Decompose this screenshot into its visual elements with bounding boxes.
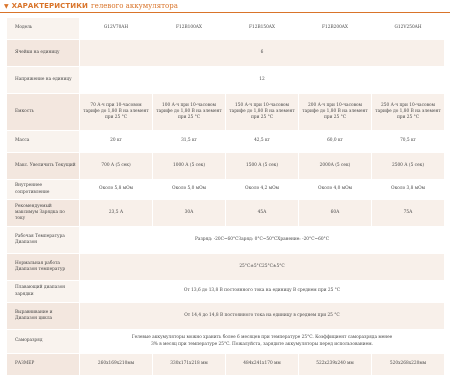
table-row: Рабочая Температура Диапазон Разряд: -20…: [6, 226, 445, 254]
row-cell: 200 А·ч при 10-часовом тарифе до 1,80 В …: [298, 93, 372, 131]
row-value: От 13,6 до 13,8 В постоянного тока на ед…: [79, 280, 445, 303]
table-row: РАЗМЕР 260x169x210мм 330x171x218 мм 484x…: [6, 353, 445, 376]
table-row: Напряжение на единицу 12: [6, 66, 445, 94]
table-row: Масса 20 кг 31,5 кг 42,5 кг 60,0 кг 70,5…: [6, 130, 445, 153]
row-cell: 484x241x170 мм: [225, 353, 299, 376]
header-cell-model: Модель: [6, 17, 80, 40]
row-cell: 1500 А (5 сек): [225, 152, 299, 180]
row-cell: 2000А (5 сек): [298, 152, 372, 180]
row-cell: 260x169x210мм: [79, 353, 153, 376]
row-value: Разряд: -20C~60°CЗаряд: 0°C~50°CХранение…: [79, 226, 445, 254]
header-cell-model-3: F12B150AX: [225, 17, 299, 40]
table-row: Емкость 70 А·ч при 10-часовом тарифе до …: [6, 93, 445, 131]
row-value: 25°C±5°C25°C±5°C: [79, 253, 445, 281]
table-row: Макс. Увеличить Текущий 700 А (5 сек) 10…: [6, 152, 445, 180]
table-row: Плавающий диапазон зарядки От 13,6 до 13…: [6, 280, 445, 303]
row-cell: Около 5,0 мОм: [152, 179, 226, 200]
row-value: Гелевые аккумуляторы можно хранить более…: [79, 329, 445, 354]
row-cell: Около 4,2 мОм: [225, 179, 299, 200]
row-label: Макс. Увеличить Текущий: [6, 152, 80, 180]
row-cell: 20 кг: [79, 130, 153, 153]
section-header: ▼ ХАРАКТЕРИСТИКИ гелевого аккумулятора: [0, 0, 450, 12]
row-cell: 60,0 кг: [298, 130, 372, 153]
row-label: Плавающий диапазон зарядки: [6, 280, 80, 303]
table-row: Внутреннее сопротивление Около 5,8 мОм О…: [6, 179, 445, 200]
section-title-rest: гелевого аккумулятора: [91, 2, 178, 10]
row-cell: 520x268x220мм: [371, 353, 445, 376]
section-title-caps: ХАРАКТЕРИСТИКИ: [11, 2, 89, 10]
table-row: Нормальная работа Диапазон температур 25…: [6, 253, 445, 281]
row-cell: 100 А·ч при 10-часовом тарифе до 1,80 В …: [152, 93, 226, 131]
row-cell: 31,5 кг: [152, 130, 226, 153]
row-label: РАЗМЕР: [6, 353, 80, 376]
row-cell: 23,5 А: [79, 199, 153, 227]
row-label: Масса: [6, 130, 80, 153]
table-row: Саморазряд Гелевые аккумуляторы можно хр…: [6, 329, 445, 354]
header-cell-model-5: G12V250AH: [371, 17, 445, 40]
specs-table: Модель G12V70AH F12B100AX F12B150AX F12B…: [6, 17, 445, 376]
row-cell: 75А: [371, 199, 445, 227]
collapse-arrow-icon[interactable]: ▼: [4, 3, 9, 10]
row-label: Ячейки на единицу: [6, 39, 80, 67]
row-label: Выравнивание и Диапазон цикла: [6, 302, 80, 330]
row-cell: 2500 А (5 сек): [371, 152, 445, 180]
row-cell: 250 А·ч при 10-часовом тарифе до 1,80 В …: [371, 93, 445, 131]
row-value: 6: [79, 39, 445, 67]
row-cell: 30А: [152, 199, 226, 227]
row-cell: Около 5,8 мОм: [79, 179, 153, 200]
row-cell: 150 А·ч при 10-часовом тарифе до 1,80 В …: [225, 93, 299, 131]
row-label: Емкость: [6, 93, 80, 131]
table-row: Рекомендуемый максимум Зарядка по току 2…: [6, 199, 445, 227]
row-cell: 60А: [298, 199, 372, 227]
row-cell: Около 4,0 мОм: [298, 179, 372, 200]
row-cell: 330x171x218 мм: [152, 353, 226, 376]
row-cell: 1000 А (5 сек): [152, 152, 226, 180]
row-cell: Около 3,8 мОм: [371, 179, 445, 200]
row-value: 12: [79, 66, 445, 94]
header-cell-model-1: G12V70AH: [79, 17, 153, 40]
row-label: Рабочая Температура Диапазон: [6, 226, 80, 254]
table-row: Ячейки на единицу 6: [6, 39, 445, 67]
row-cell: 700 А (5 сек): [79, 152, 153, 180]
row-label: Внутреннее сопротивление: [6, 179, 80, 200]
row-cell: 70,5 кг: [371, 130, 445, 153]
row-label: Саморазряд: [6, 329, 80, 354]
row-cell: 42,5 кг: [225, 130, 299, 153]
row-cell: 70 А·ч при 10-часовом тарифе до 1,80 В н…: [79, 93, 153, 131]
header-cell-model-4: F12B200AX: [298, 17, 372, 40]
table-row: Выравнивание и Диапазон цикла От 14,4 до…: [6, 302, 445, 330]
row-cell: 45А: [225, 199, 299, 227]
table-header-row: Модель G12V70AH F12B100AX F12B150AX F12B…: [6, 17, 445, 40]
row-value: От 14,4 до 14,8 В постоянного тока на ед…: [79, 302, 445, 330]
header-cell-model-2: F12B100AX: [152, 17, 226, 40]
row-label: Рекомендуемый максимум Зарядка по току: [6, 199, 80, 227]
row-label: Напряжение на единицу: [6, 66, 80, 94]
header-divider: [0, 12, 450, 13]
row-cell: 522x239x240 мм: [298, 353, 372, 376]
row-label: Нормальная работа Диапазон температур: [6, 253, 80, 281]
